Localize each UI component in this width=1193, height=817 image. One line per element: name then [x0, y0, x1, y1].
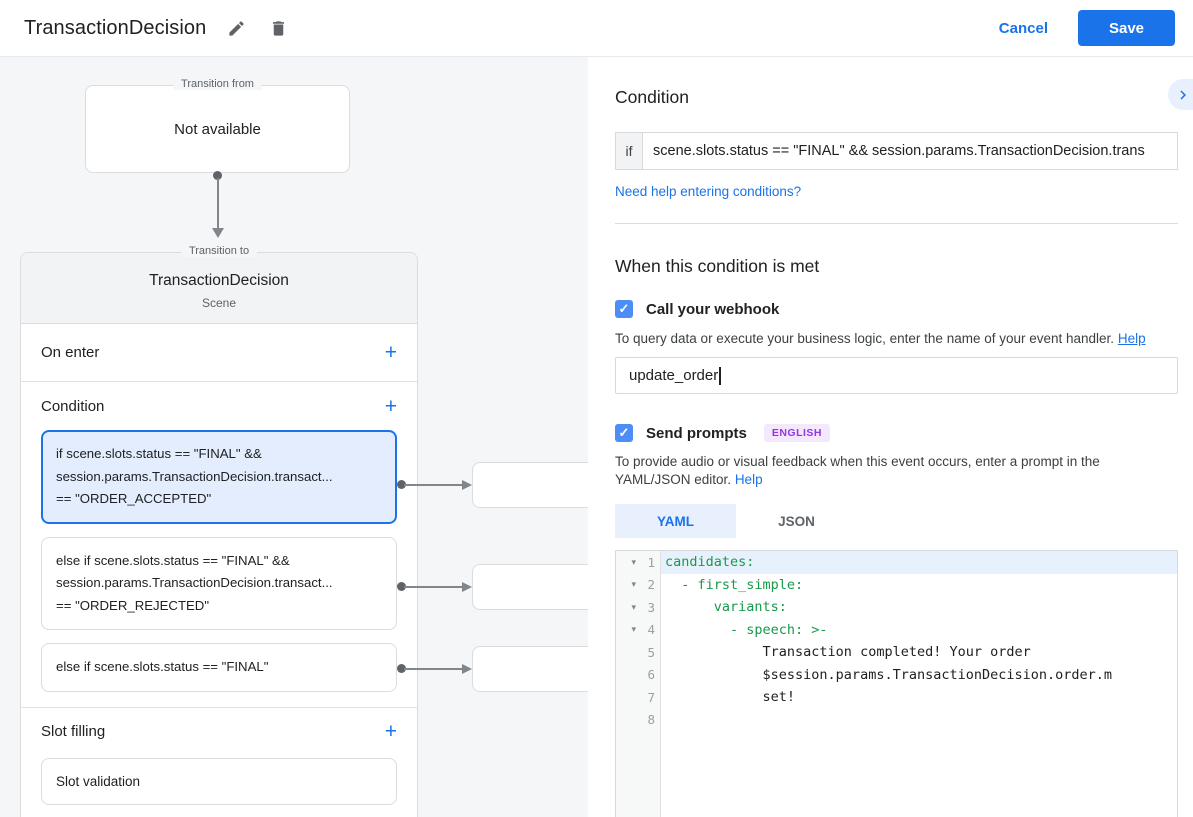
- transition-from-box: Transition from Not available: [85, 85, 350, 173]
- condition-item-rejected[interactable]: else if scene.slots.status == "FINAL" &&…: [41, 537, 397, 631]
- yaml-editor[interactable]: ▾1 ▾2 ▾3 ▾4 5 6 7 8 candidates: - first_…: [615, 550, 1178, 817]
- text-caret: [719, 367, 721, 385]
- arrow-down-icon: [212, 228, 224, 238]
- editor-tabs: YAML JSON: [615, 504, 1178, 538]
- add-condition-button[interactable]: +: [385, 396, 397, 417]
- send-prompts-label: Send prompts: [646, 425, 747, 442]
- language-badge: ENGLISH: [764, 424, 830, 442]
- webhook-row: ✓ Call your webhook: [615, 300, 1178, 318]
- code-line: - first_simple:: [661, 574, 1177, 597]
- transition-target-box[interactable]: [472, 462, 588, 508]
- trash-icon: [269, 19, 288, 38]
- code-line: set!: [661, 686, 1177, 709]
- webhook-description: To query data or execute your business l…: [615, 330, 1178, 348]
- section-divider: [615, 223, 1178, 224]
- code-line: $session.params.TransactionDecision.orde…: [661, 664, 1177, 687]
- condition-expression-row: if scene.slots.status == "FINAL" && sess…: [615, 132, 1178, 170]
- delete-scene-button[interactable]: [266, 16, 290, 40]
- scene-card: Transition to TransactionDecision Scene …: [20, 252, 418, 817]
- code-line: - speech: >-: [661, 619, 1177, 642]
- page-title: TransactionDecision: [24, 17, 206, 40]
- panel-title: Condition: [615, 87, 1178, 108]
- flow-canvas: Transition from Not available Transition…: [0, 57, 588, 817]
- arrow-right-icon: [462, 480, 472, 490]
- code-line: Transaction completed! Your order: [661, 641, 1177, 664]
- when-condition-title: When this condition is met: [615, 256, 1178, 277]
- send-prompts-checkbox[interactable]: ✓: [615, 424, 633, 442]
- connector-line: [404, 484, 463, 486]
- condition-item-accepted[interactable]: if scene.slots.status == "FINAL" && sess…: [41, 430, 397, 524]
- transition-from-value: Not available: [174, 121, 261, 138]
- fold-arrow-icon[interactable]: ▾: [631, 624, 643, 635]
- condition-section: Condition + if scene.slots.status == "FI…: [21, 382, 417, 708]
- collapse-panel-button[interactable]: [1168, 79, 1193, 110]
- connector-line: [404, 586, 463, 588]
- slot-filling-section: Slot filling + Slot validation: [21, 708, 417, 805]
- transition-to-legend: Transition to: [181, 245, 257, 257]
- scene-card-header: TransactionDecision Scene: [21, 253, 417, 324]
- transition-target-box[interactable]: [472, 564, 588, 610]
- transition-from-legend: Transition from: [173, 78, 262, 90]
- code-line: candidates:: [661, 551, 1177, 574]
- send-prompts-row: ✓ Send prompts ENGLISH: [615, 424, 1178, 442]
- arrow-right-icon: [462, 664, 472, 674]
- add-slot-button[interactable]: +: [385, 721, 397, 742]
- edit-title-button[interactable]: [224, 16, 248, 40]
- chevron-right-icon: [1174, 86, 1192, 104]
- webhook-help-link[interactable]: Help: [1118, 330, 1146, 348]
- scene-name: TransactionDecision: [21, 272, 417, 290]
- if-prefix: if: [615, 132, 642, 170]
- fold-arrow-icon[interactable]: ▾: [631, 579, 643, 590]
- condition-help-link[interactable]: Need help entering conditions?: [615, 184, 801, 199]
- webhook-label: Call your webhook: [646, 301, 779, 318]
- fold-arrow-icon[interactable]: ▾: [631, 602, 643, 613]
- tab-json[interactable]: JSON: [736, 504, 857, 538]
- event-handler-input[interactable]: update_order: [615, 357, 1178, 394]
- fold-arrow-icon[interactable]: ▾: [631, 557, 643, 568]
- save-button[interactable]: Save: [1078, 10, 1175, 46]
- condition-section-label: Condition: [41, 398, 104, 415]
- condition-item-final[interactable]: else if scene.slots.status == "FINAL": [41, 643, 397, 692]
- pencil-icon: [227, 19, 246, 38]
- cancel-button[interactable]: Cancel: [999, 20, 1048, 37]
- slot-validation-item[interactable]: Slot validation: [41, 758, 397, 805]
- condition-detail-panel: Condition if scene.slots.status == "FINA…: [588, 57, 1193, 817]
- prompts-help-link[interactable]: Help: [735, 471, 763, 489]
- scene-type: Scene: [21, 296, 417, 310]
- slot-filling-label: Slot filling: [41, 723, 105, 740]
- top-bar: TransactionDecision Cancel Save: [0, 0, 1193, 57]
- tab-yaml[interactable]: YAML: [615, 504, 736, 538]
- transition-target-box[interactable]: [472, 646, 588, 692]
- editor-gutter: ▾1 ▾2 ▾3 ▾4 5 6 7 8: [616, 551, 661, 817]
- editor-code-area[interactable]: candidates: - first_simple: variants: - …: [661, 551, 1177, 817]
- on-enter-section: On enter +: [21, 324, 417, 382]
- arrow-right-icon: [462, 582, 472, 592]
- connector-line: [404, 668, 463, 670]
- condition-expression-input[interactable]: scene.slots.status == "FINAL" && session…: [642, 132, 1178, 170]
- code-line: [661, 709, 1177, 732]
- on-enter-label: On enter: [41, 344, 99, 361]
- add-on-enter-button[interactable]: +: [385, 342, 397, 363]
- prompts-description: To provide audio or visual feedback when…: [615, 453, 1178, 489]
- webhook-checkbox[interactable]: ✓: [615, 300, 633, 318]
- code-line: variants:: [661, 596, 1177, 619]
- connector-line: [217, 178, 219, 229]
